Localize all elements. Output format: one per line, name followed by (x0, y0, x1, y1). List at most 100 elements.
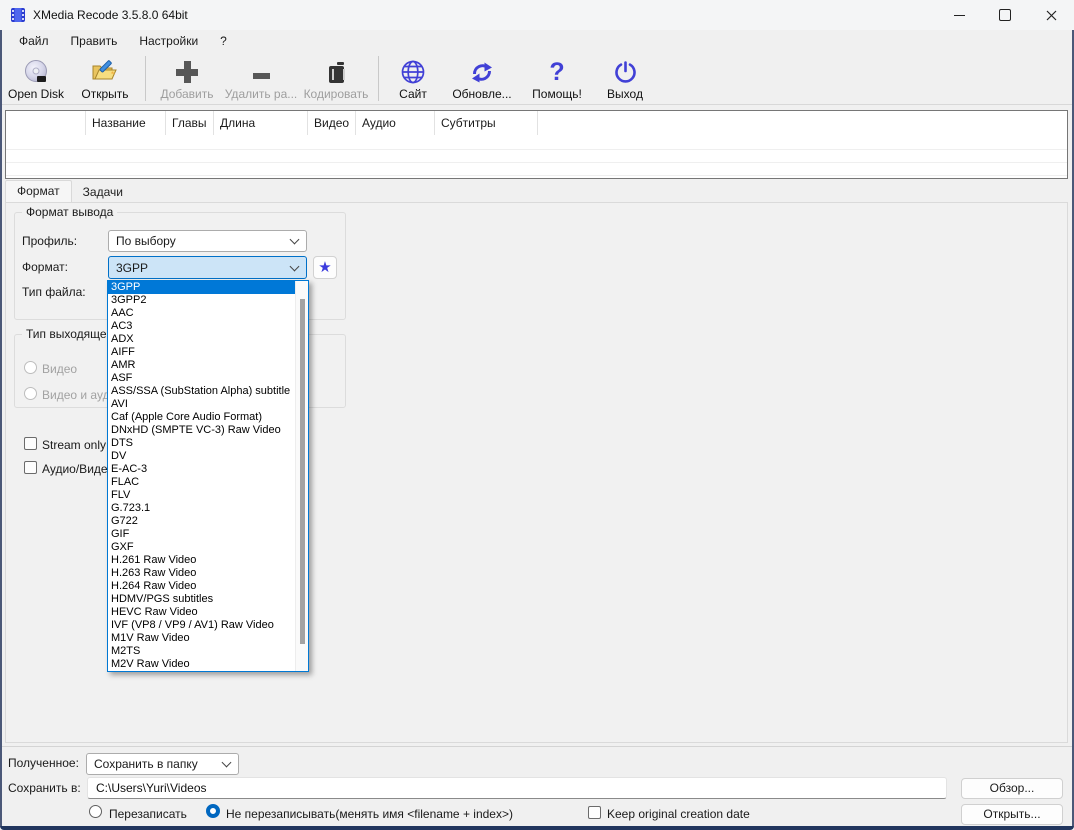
dropdown-item[interactable]: G.723.1 (108, 502, 308, 515)
toolbar-label: Кодировать (303, 87, 369, 101)
audio-video-label: Аудио/Видео (42, 462, 115, 476)
chevron-down-icon (221, 757, 232, 768)
menu-edit[interactable]: Править (60, 30, 129, 52)
dropdown-item[interactable]: GXF (108, 541, 308, 554)
dropdown-item[interactable]: ASS/SSA (SubStation Alpha) subtitle (108, 385, 308, 398)
toolbar-label: Добавить (160, 87, 214, 101)
website-button[interactable]: Сайт (384, 55, 442, 101)
dropdown-item-selected[interactable]: 3GPP (108, 281, 308, 294)
dropdown-item[interactable]: M2V Raw Video (108, 658, 308, 671)
column-header-length[interactable]: Длина (214, 111, 308, 135)
dropdown-item[interactable]: AAC (108, 307, 308, 320)
globe-icon (400, 58, 426, 86)
filetype-label: Тип файла: (22, 285, 86, 299)
minimize-button[interactable] (936, 0, 982, 30)
dropdown-scrollbar[interactable] (295, 281, 308, 671)
tab-format[interactable]: Формат (5, 180, 72, 202)
output-label: Полученное: (8, 756, 79, 770)
tab-tasks[interactable]: Задачи (72, 182, 134, 202)
dropdown-item[interactable]: Caf (Apple Core Audio Format) (108, 411, 308, 424)
menu-bar: Файл Править Настройки ? (0, 30, 1074, 52)
app-window: XMedia Recode 3.5.8.0 64bit Файл Править… (0, 0, 1074, 830)
dropdown-item[interactable]: M1V Raw Video (108, 632, 308, 645)
output-mode-select[interactable]: Сохранить в папку (86, 753, 239, 775)
column-header-chapters[interactable]: Главы (166, 111, 214, 135)
column-header-video[interactable]: Видео (308, 111, 356, 135)
format-dropdown-list[interactable]: 3GPP 3GPP2 AAC AC3 ADX AIFF AMR ASF ASS/… (107, 280, 309, 672)
table-row (6, 162, 1067, 163)
encode-icon (328, 58, 345, 86)
column-header-audio[interactable]: Аудио (356, 111, 435, 135)
toolbar: Open Disk Открыть Добавить Удалить ра... (0, 52, 1074, 105)
dropdown-item[interactable]: AVI (108, 398, 308, 411)
open-file-button[interactable]: Открыть (70, 55, 140, 101)
favorite-button[interactable]: ★ (313, 256, 337, 279)
dropdown-item[interactable]: DTS (108, 437, 308, 450)
bottom-divider (0, 746, 1074, 747)
video-audio-radio (24, 387, 37, 400)
dropdown-item[interactable]: DV (108, 450, 308, 463)
stream-only-checkbox[interactable] (24, 437, 37, 450)
dropdown-item[interactable]: H.263 Raw Video (108, 567, 308, 580)
maximize-button[interactable] (982, 0, 1028, 30)
dropdown-item[interactable]: FLV (108, 489, 308, 502)
open-disk-button[interactable]: Open Disk (2, 55, 70, 101)
dropdown-item[interactable]: FLAC (108, 476, 308, 489)
plus-icon (176, 58, 198, 86)
dropdown-item[interactable]: AIFF (108, 346, 308, 359)
dropdown-item[interactable]: GIF (108, 528, 308, 541)
menu-settings[interactable]: Настройки (128, 30, 209, 52)
overwrite-radio[interactable] (89, 805, 102, 818)
no-overwrite-radio[interactable] (206, 804, 220, 818)
table-row (6, 175, 1067, 176)
encode-button: Кодировать (299, 55, 373, 101)
dropdown-item[interactable]: AMR (108, 359, 308, 372)
dropdown-item[interactable]: HDMV/PGS subtitles (108, 593, 308, 606)
dropdown-item[interactable]: DNxHD (SMPTE VC-3) Raw Video (108, 424, 308, 437)
save-path-input[interactable] (87, 777, 947, 799)
dropdown-item[interactable]: 3GPP2 (108, 294, 308, 307)
chevron-down-icon (289, 261, 300, 271)
dropdown-item[interactable]: H.261 Raw Video (108, 554, 308, 567)
column-header-blank[interactable] (6, 111, 86, 135)
audio-video-checkbox[interactable] (24, 461, 37, 474)
help-button[interactable]: ? Помощь! (522, 55, 592, 101)
close-button[interactable] (1028, 0, 1074, 30)
toolbar-label: Удалить ра... (224, 87, 298, 101)
dropdown-item[interactable]: HEVC Raw Video (108, 606, 308, 619)
dropdown-item[interactable]: ASF (108, 372, 308, 385)
browse-button[interactable]: Обзор... (961, 778, 1063, 799)
scrollbar-thumb[interactable] (300, 299, 305, 644)
add-button: Добавить (151, 55, 223, 101)
profile-select[interactable]: По выбору (108, 230, 307, 252)
file-list-table[interactable]: Название Главы Длина Видео Аудио Субтитр… (5, 110, 1068, 179)
menu-file[interactable]: Файл (8, 30, 60, 52)
dropdown-item[interactable]: E-AC-3 (108, 463, 308, 476)
column-header-name[interactable]: Название (86, 111, 166, 135)
toolbar-label: Открыть (81, 87, 129, 101)
toolbar-separator (145, 56, 146, 101)
refresh-icon (470, 58, 494, 86)
open-disc-icon (23, 58, 49, 86)
toolbar-label: Сайт (399, 87, 427, 101)
question-icon: ? (549, 58, 565, 86)
update-button[interactable]: Обновле... (442, 55, 522, 101)
format-select[interactable]: 3GPP (108, 256, 307, 279)
dropdown-item[interactable]: H.264 Raw Video (108, 580, 308, 593)
exit-button[interactable]: Выход (592, 55, 658, 101)
menu-help[interactable]: ? (209, 30, 238, 52)
title-bar: XMedia Recode 3.5.8.0 64bit (0, 0, 1074, 30)
overwrite-radio-label: Перезаписать (109, 807, 187, 821)
dropdown-item[interactable]: G722 (108, 515, 308, 528)
keep-creation-date-checkbox[interactable] (588, 806, 601, 819)
column-header-subtitles[interactable]: Субтитры (435, 111, 538, 135)
dropdown-item[interactable]: AC3 (108, 320, 308, 333)
dropdown-item[interactable]: M2TS (108, 645, 308, 658)
toolbar-label: Помощь! (532, 87, 582, 101)
column-header-filler (538, 111, 1067, 135)
open-output-button[interactable]: Открыть... (961, 804, 1063, 825)
format-select-value: 3GPP (116, 260, 149, 275)
dropdown-item[interactable]: ADX (108, 333, 308, 346)
output-mode-value: Сохранить в папку (94, 757, 198, 771)
dropdown-item[interactable]: IVF (VP8 / VP9 / AV1) Raw Video (108, 619, 308, 632)
